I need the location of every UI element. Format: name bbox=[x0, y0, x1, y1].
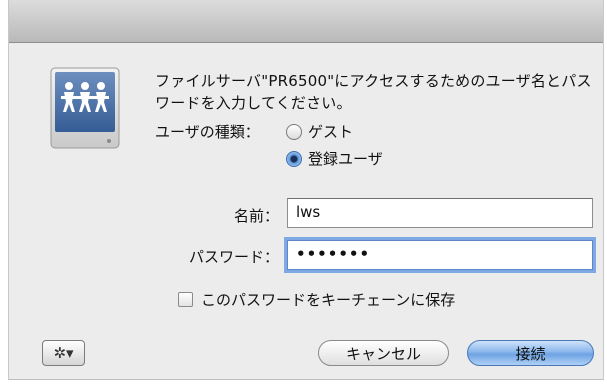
password-field[interactable]: ••••••• bbox=[287, 240, 593, 270]
password-label: パスワード： bbox=[188, 248, 279, 266]
window-titlebar[interactable] bbox=[9, 0, 603, 43]
registered-user-radio[interactable] bbox=[286, 151, 302, 167]
guest-radio-label[interactable]: ゲスト bbox=[308, 121, 353, 142]
name-field[interactable]: lws bbox=[287, 198, 593, 228]
cancel-button[interactable]: キャンセル bbox=[318, 340, 449, 366]
network-drive-icon bbox=[50, 67, 120, 149]
connect-button[interactable]: 接続 bbox=[467, 340, 594, 366]
connect-to-server-dialog: ファイルサーバ"PR6500"にアクセスするためのユーザ名とパスワードを入力して… bbox=[8, 0, 604, 380]
prompt-message: ファイルサーバ"PR6500"にアクセスするためのユーザ名とパスワードを入力して… bbox=[155, 72, 592, 112]
remember-password-checkbox[interactable] bbox=[178, 292, 193, 307]
gear-menu-button[interactable]: ✲▾ bbox=[42, 340, 85, 366]
gear-icon: ✲▾ bbox=[53, 344, 74, 362]
name-label: 名前： bbox=[233, 207, 279, 225]
user-type-label: ユーザの種類： bbox=[155, 123, 260, 141]
guest-radio[interactable] bbox=[286, 124, 302, 140]
registered-user-radio-label[interactable]: 登録ユーザ bbox=[308, 148, 383, 169]
remember-password-label[interactable]: このパスワードをキーチェーンに保存 bbox=[201, 289, 455, 310]
